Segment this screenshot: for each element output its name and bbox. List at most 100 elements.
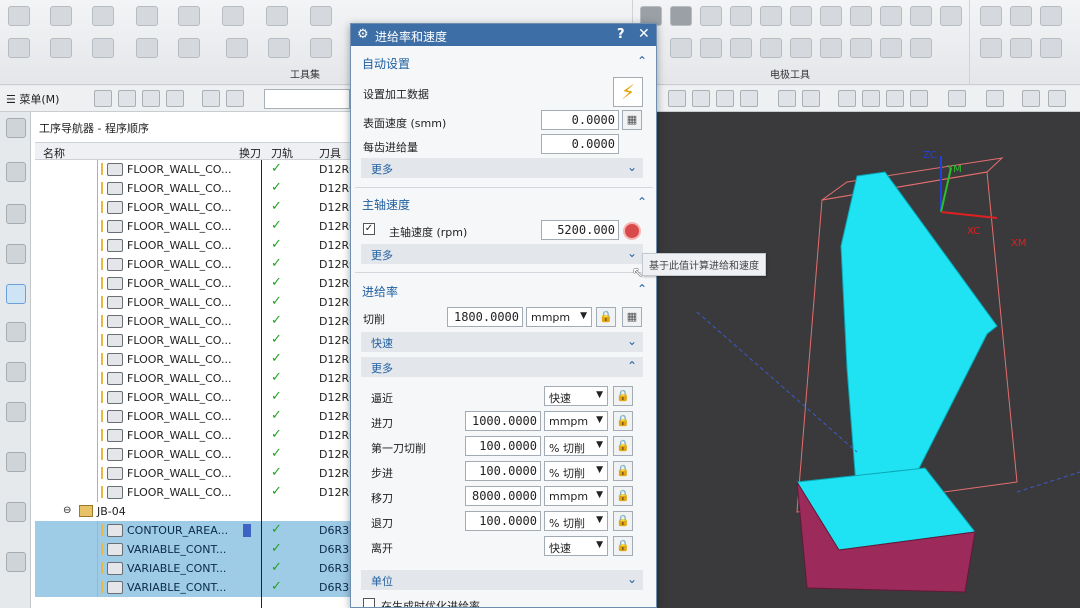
tool-icon[interactable] bbox=[716, 90, 734, 107]
stepover-field[interactable]: 100.0000 bbox=[465, 461, 541, 481]
col-switch[interactable]: 换刀 bbox=[239, 145, 261, 161]
tool-icon[interactable] bbox=[886, 90, 904, 107]
tool-icon[interactable] bbox=[8, 38, 30, 58]
tool-icon[interactable] bbox=[730, 6, 752, 26]
lock-icon[interactable]: 🔒 bbox=[596, 307, 616, 327]
eye-icon[interactable] bbox=[1022, 90, 1040, 107]
engage-field[interactable]: 1000.0000 bbox=[465, 411, 541, 431]
tool-icon[interactable] bbox=[910, 6, 932, 26]
tool-icon[interactable] bbox=[50, 6, 72, 26]
web-icon[interactable] bbox=[6, 502, 26, 522]
col-name[interactable]: 名称 bbox=[43, 145, 65, 161]
tool-icon[interactable] bbox=[740, 90, 758, 107]
spindle-speed-checkbox[interactable]: ✓ bbox=[363, 223, 375, 235]
spindle-more-toggle[interactable]: 更多 ⌄ bbox=[361, 244, 643, 264]
tool-icon[interactable] bbox=[668, 90, 686, 107]
model-view[interactable]: ZC YM XC XM bbox=[657, 112, 1080, 608]
cut-feed-field[interactable]: 1800.0000 bbox=[447, 307, 523, 327]
tool-icon[interactable] bbox=[670, 6, 692, 26]
units-toggle[interactable]: 单位 ⌄ bbox=[361, 570, 643, 590]
calculate-icon[interactable] bbox=[623, 222, 641, 240]
info-icon[interactable] bbox=[6, 452, 26, 472]
tool-icon[interactable] bbox=[760, 6, 782, 26]
tool-icon[interactable] bbox=[202, 90, 220, 107]
table-icon[interactable]: ▦ bbox=[622, 307, 642, 327]
assembly-icon[interactable] bbox=[6, 204, 26, 224]
table-row[interactable]: FLOOR_WALL_CO... ✓ D12R0 bbox=[35, 312, 355, 331]
eye-icon[interactable] bbox=[1048, 90, 1066, 107]
tree-view-icon[interactable] bbox=[94, 90, 112, 107]
table-row[interactable]: FLOOR_WALL_CO... ✓ D12R0 bbox=[35, 255, 355, 274]
chevron-up-icon[interactable]: ⌃ bbox=[627, 359, 637, 373]
collapse-icon[interactable]: ⊖ bbox=[63, 505, 71, 516]
arrow-right-icon[interactable] bbox=[178, 6, 200, 26]
table-row[interactable]: FLOOR_WALL_CO... ✓ D12R0 bbox=[35, 388, 355, 407]
lock-icon[interactable]: 🔒 bbox=[613, 536, 633, 556]
table-row[interactable]: FLOOR_WALL_CO... ✓ D12R0 bbox=[35, 217, 355, 236]
tool-icon[interactable] bbox=[948, 90, 966, 107]
table-row[interactable]: FLOOR_WALL_CO... ✓ D12R0 bbox=[35, 426, 355, 445]
table-row[interactable]: FLOOR_WALL_CO... ✓ D12R0 bbox=[35, 331, 355, 350]
table-row[interactable]: FLOOR_WALL_CO... ✓ D12R0 bbox=[35, 369, 355, 388]
traversal-field[interactable]: 8000.0000 bbox=[465, 486, 541, 506]
tool-icon[interactable] bbox=[266, 6, 288, 26]
table-row[interactable]: FLOOR_WALL_CO... ✓ D12R0 bbox=[35, 160, 355, 179]
table-row[interactable]: FLOOR_WALL_CO... ✓ D12R0 bbox=[35, 293, 355, 312]
table-row[interactable]: VARIABLE_CONT... ✓ D6R3 bbox=[35, 578, 355, 597]
table-row[interactable]: FLOOR_WALL_CO... ✓ D12R0 bbox=[35, 445, 355, 464]
tool-icon[interactable] bbox=[820, 38, 842, 58]
chevron-up-icon[interactable]: ⌃ bbox=[637, 54, 647, 68]
section-spindle-speed[interactable]: 主轴速度 ⌃ bbox=[355, 192, 653, 214]
retract-field[interactable]: 100.0000 bbox=[465, 511, 541, 531]
close-button[interactable]: ✕ bbox=[638, 26, 650, 42]
section-feed-rates[interactable]: 进给率 ⌃ bbox=[355, 279, 653, 301]
tool-icon[interactable] bbox=[1010, 6, 1032, 26]
table-row[interactable]: VARIABLE_CONT... ✓ D6R3 bbox=[35, 559, 355, 578]
tool-icon[interactable] bbox=[700, 6, 722, 26]
history-icon[interactable] bbox=[6, 552, 26, 572]
tool-icon[interactable] bbox=[940, 6, 962, 26]
table-row[interactable]: FLOOR_WALL_CO... ✓ D12R0 bbox=[35, 179, 355, 198]
part-icon[interactable] bbox=[6, 162, 26, 182]
arrow-left-icon[interactable] bbox=[136, 6, 158, 26]
tool-icon[interactable] bbox=[8, 6, 30, 26]
lightning-icon[interactable]: ⚡ bbox=[613, 77, 643, 107]
lock-icon[interactable]: 🔒 bbox=[613, 386, 633, 406]
table-row[interactable]: FLOOR_WALL_CO... ✓ D12R0 bbox=[35, 274, 355, 293]
tool-icon[interactable] bbox=[790, 6, 812, 26]
traversal-unit-select[interactable]: mmpm ▼ bbox=[544, 486, 608, 506]
tool-icon[interactable] bbox=[910, 90, 928, 107]
tool-icon[interactable] bbox=[310, 38, 332, 58]
tool-icon[interactable] bbox=[92, 38, 114, 58]
tree-view-icon[interactable] bbox=[118, 90, 136, 107]
lock-icon[interactable]: 🔒 bbox=[613, 511, 633, 531]
cut-feed-unit-select[interactable]: mmpm ▼ bbox=[526, 307, 592, 327]
lock-icon[interactable]: 🔒 bbox=[613, 436, 633, 456]
tool-icon[interactable] bbox=[226, 90, 244, 107]
feed-more-toggle[interactable]: 更多 ⌃ bbox=[361, 357, 643, 377]
tool-icon[interactable] bbox=[760, 38, 782, 58]
library-icon[interactable] bbox=[6, 402, 26, 422]
spindle-speed-field[interactable]: 5200.000 bbox=[541, 220, 619, 240]
selection-filter-input[interactable] bbox=[264, 89, 350, 109]
lock-icon[interactable]: 🔒 bbox=[613, 461, 633, 481]
tool-icon[interactable] bbox=[850, 6, 872, 26]
tool-icon[interactable] bbox=[880, 38, 902, 58]
program-group-row[interactable]: ⊖ JB-04 bbox=[35, 502, 355, 521]
tool-icon[interactable] bbox=[778, 90, 796, 107]
tool-icon[interactable] bbox=[986, 90, 1004, 107]
tool-icon[interactable] bbox=[880, 6, 902, 26]
graphics-viewport[interactable]: ZC YM XC XM bbox=[657, 112, 1080, 608]
operation-navigator-icon[interactable] bbox=[6, 284, 26, 304]
tool-icon[interactable] bbox=[136, 38, 158, 58]
lock-icon[interactable]: 🔒 bbox=[613, 411, 633, 431]
auto-more-toggle[interactable]: 更多 ⌄ bbox=[361, 158, 643, 178]
tool-icon[interactable] bbox=[850, 38, 872, 58]
chevron-down-icon[interactable]: ⌄ bbox=[627, 572, 637, 586]
tool-icon[interactable] bbox=[802, 90, 820, 107]
first-cut-unit-select[interactable]: % 切削 ▼ bbox=[544, 436, 608, 456]
tool-icon[interactable] bbox=[692, 90, 710, 107]
tool-icon[interactable] bbox=[790, 38, 812, 58]
table-row[interactable]: FLOOR_WALL_CO... ✓ D12R0 bbox=[35, 464, 355, 483]
menu-button[interactable]: ☰ 菜单(M) bbox=[6, 91, 59, 107]
